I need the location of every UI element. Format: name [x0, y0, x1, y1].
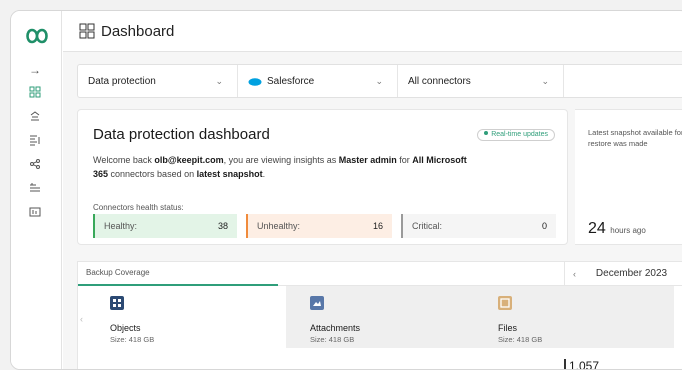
carousel-prev-icon[interactable]: ‹: [80, 314, 83, 324]
scope-dropdown[interactable]: Data protection ⌄: [78, 65, 238, 97]
tile-files-size: Size: 418 GB: [498, 335, 543, 344]
keepit-logo[interactable]: [23, 27, 51, 45]
dashboard-title: Data protection dashboard: [93, 126, 270, 143]
health-status-label: Connectors health status:: [93, 203, 184, 212]
tile-attachments-name: Attachments: [310, 323, 361, 333]
reports-icon[interactable]: [26, 203, 44, 221]
connectors-dropdown[interactable]: All connectors ⌄: [398, 65, 564, 97]
month-selector: ‹ December 2023 ›: [564, 262, 682, 285]
critical-status[interactable]: Critical: 0: [401, 214, 556, 238]
healthy-label: Healthy:: [104, 221, 138, 231]
tile-attachments-size: Size: 418 GB: [310, 335, 355, 344]
critical-label: Critical:: [412, 221, 443, 231]
tile-attachments[interactable]: Attachments Size: 418 GB: [286, 286, 474, 348]
share-icon[interactable]: [26, 155, 44, 173]
snapshot-card: Latest snapshot available for restore wa…: [575, 109, 682, 245]
coverage-total-value: 1,057: [564, 359, 599, 369]
critical-count: 0: [541, 221, 547, 231]
backup-coverage-label: Backup Coverage: [86, 268, 150, 277]
attachments-icon: [310, 296, 324, 310]
chevron-down-icon: ⌄: [215, 76, 223, 86]
tile-objects-size: Size: 418 GB: [110, 335, 155, 344]
unhealthy-label: Unhealthy:: [257, 221, 301, 231]
expand-arrow-icon[interactable]: →: [26, 61, 44, 79]
unhealthy-status[interactable]: Unhealthy: 16: [246, 214, 392, 238]
healthy-status[interactable]: Healthy: 38: [93, 214, 237, 238]
snapshot-link: latest snapshot: [196, 169, 263, 179]
header-bar: Dashboard: [63, 11, 682, 52]
unhealthy-count: 16: [372, 221, 383, 231]
backup-coverage-panel: Backup Coverage ‹ December 2023 › ‹ Obje…: [77, 261, 682, 369]
tile-objects-name: Objects: [110, 323, 141, 333]
healthy-count: 38: [217, 221, 228, 231]
tile-files[interactable]: Files Size: 418 GB: [474, 286, 674, 348]
filter-bar: Data protection ⌄ Salesforce ⌄ All conne…: [77, 64, 682, 98]
backup-icon[interactable]: [26, 107, 44, 125]
app-window: → Dashboard Data protection ⌄ Salesforce…: [10, 10, 682, 370]
main-content: Data protection ⌄ Salesforce ⌄ All conne…: [63, 52, 682, 369]
prev-month-icon[interactable]: ‹: [573, 269, 576, 279]
storage-icon[interactable]: [26, 179, 44, 197]
user-role: Master admin: [338, 155, 397, 165]
month-label: December 2023: [595, 268, 668, 279]
service-dropdown[interactable]: Salesforce ⌄: [238, 65, 398, 97]
tile-files-name: Files: [498, 323, 518, 333]
user-email: olb@keepit.com: [154, 155, 224, 165]
objects-icon: [110, 296, 124, 310]
snapshot-text: Latest snapshot available for restore wa…: [588, 128, 682, 148]
snapshot-age-value: 24: [588, 220, 606, 237]
salesforce-icon: [248, 77, 262, 86]
dashboard-card: Data protection dashboard Real-time upda…: [77, 109, 568, 245]
scope-dropdown-value: Data protection: [88, 75, 156, 87]
chevron-down-icon: ⌄: [541, 76, 549, 86]
page-title: Dashboard: [101, 22, 175, 40]
files-icon: [498, 296, 512, 310]
snapshot-age-unit: hours ago: [610, 226, 646, 235]
tasks-icon[interactable]: [26, 131, 44, 149]
connectors-dropdown-value: All connectors: [408, 75, 471, 87]
service-dropdown-value: Salesforce: [267, 75, 315, 87]
dashboard-icon[interactable]: [26, 83, 44, 101]
tile-objects[interactable]: Objects Size: 418 GB: [86, 286, 286, 348]
sidebar: →: [11, 11, 62, 369]
coverage-tiles: ‹ Objects Size: 418 GB Attachments Size:…: [78, 286, 682, 348]
dashboard-title-icon: [79, 23, 95, 39]
realtime-badge: Real-time updates: [477, 129, 555, 141]
snapshot-age: 24 hours ago: [588, 220, 646, 238]
chevron-down-icon: ⌄: [375, 76, 383, 86]
welcome-text: Welcome back olb@keepit.com, you are vie…: [93, 155, 467, 179]
